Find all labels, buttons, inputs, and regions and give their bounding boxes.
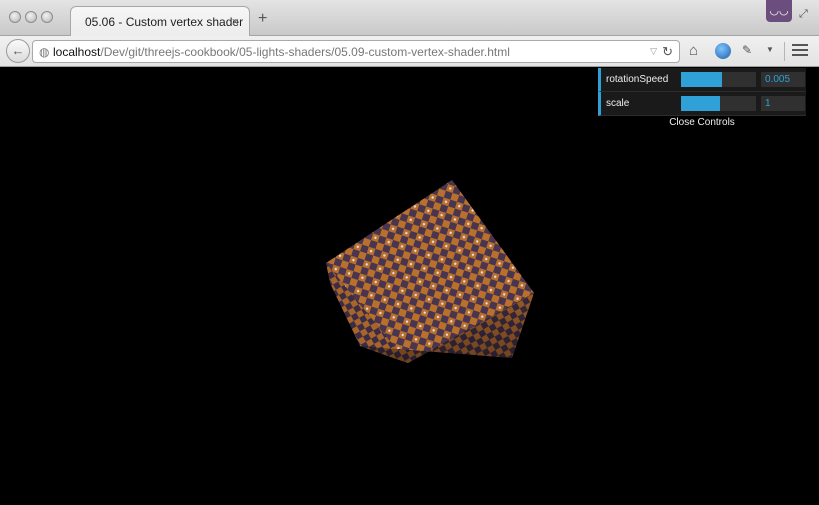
control-label: rotationSpeed [606, 74, 669, 85]
tab-active[interactable]: 05.06 - Custom vertex shader × [70, 6, 250, 37]
scale-slider[interactable] [681, 96, 756, 111]
chevron-down-icon[interactable]: ▼ [766, 45, 774, 54]
webgl-viewport[interactable]: rotationSpeed 0.005 scale 1 Close Contro… [0, 68, 819, 505]
navigation-bar: ← ◍ localhost/Dev/git/threejs-cookbook/0… [0, 36, 819, 67]
fullscreen-icon[interactable]: ⤢ [799, 8, 808, 21]
control-row-rotation-speed: rotationSpeed 0.005 [598, 68, 806, 92]
tab-title: 05.06 - Custom vertex shader [85, 15, 244, 29]
back-button[interactable]: ← [6, 39, 30, 63]
window-close-button[interactable] [9, 11, 21, 23]
globe-icon: ◍ [39, 45, 50, 59]
reload-icon[interactable]: ↻ [662, 44, 673, 60]
addon-globe-icon[interactable] [715, 43, 731, 59]
private-browsing-icon: ◡◡ [766, 0, 792, 22]
window-maximize-button[interactable] [41, 11, 53, 23]
scale-input[interactable]: 1 [761, 96, 805, 111]
hamburger-menu-icon[interactable] [792, 44, 808, 59]
url-path: /Dev/git/threejs-cookbook/05-lights-shad… [100, 45, 510, 59]
url-text[interactable]: localhost/Dev/git/threejs-cookbook/05-li… [53, 45, 510, 59]
addon-extension-icon[interactable]: ✎ [742, 43, 752, 57]
home-icon[interactable]: ⌂ [689, 42, 698, 59]
tab-close-icon[interactable]: × [231, 14, 239, 29]
new-tab-button[interactable]: + [258, 10, 267, 28]
window-minimize-button[interactable] [25, 11, 37, 23]
controls-panel: rotationSpeed 0.005 scale 1 Close Contro… [598, 68, 806, 130]
slider-fill [681, 96, 720, 111]
close-controls-button[interactable]: Close Controls [598, 116, 806, 130]
rotation-speed-input[interactable]: 0.005 [761, 72, 805, 87]
toolbar-divider [784, 42, 785, 61]
title-bar: 05.06 - Custom vertex shader × + ◡◡ ⤢ [0, 0, 819, 37]
shader-cube-scene [326, 180, 534, 363]
control-label: scale [606, 98, 630, 109]
url-host: localhost [53, 45, 101, 59]
control-row-scale: scale 1 [598, 92, 806, 116]
slider-fill [681, 72, 723, 87]
rotation-speed-slider[interactable] [681, 72, 756, 87]
url-dropdown-icon[interactable]: ▽ [650, 46, 657, 57]
address-bar[interactable]: ◍ localhost/Dev/git/threejs-cookbook/05-… [32, 40, 680, 63]
